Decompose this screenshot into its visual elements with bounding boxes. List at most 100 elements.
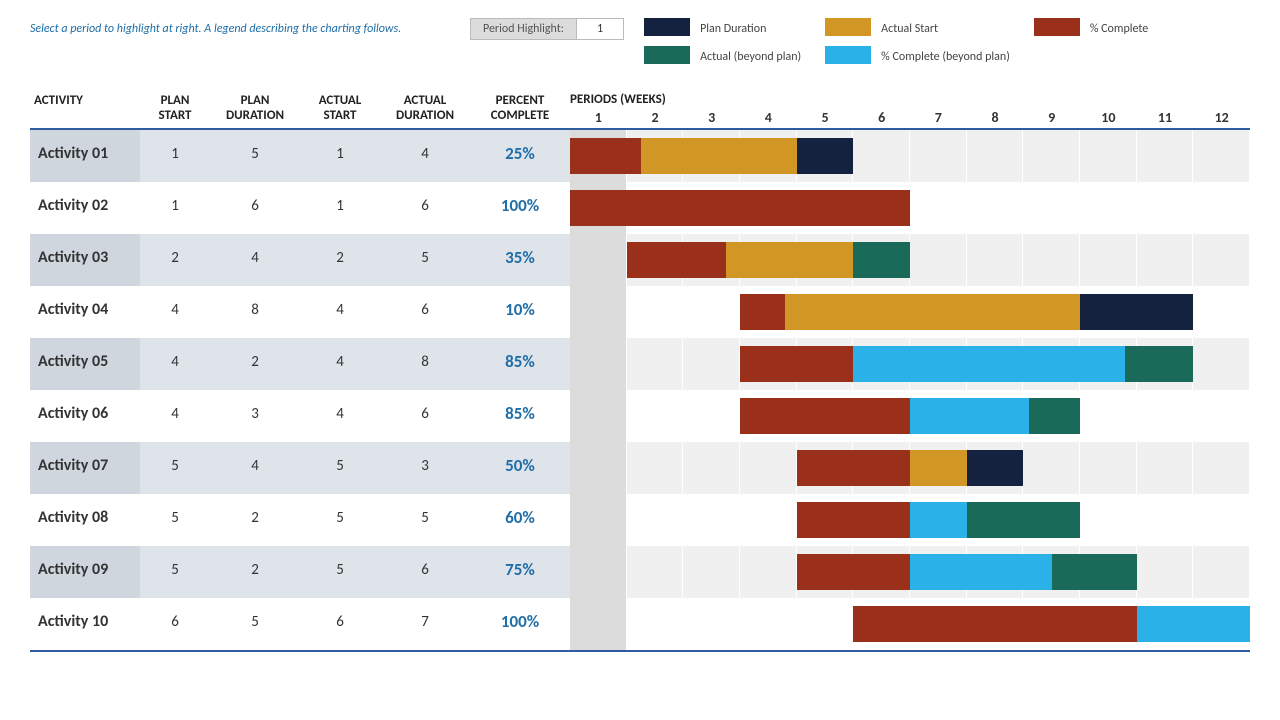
period-highlight-label: Period Highlight: [471, 19, 576, 39]
period-header-12[interactable]: 12 [1193, 109, 1250, 128]
period-cell[interactable] [910, 130, 967, 182]
period-cell[interactable] [1137, 390, 1194, 442]
period-header-7[interactable]: 7 [910, 109, 967, 128]
period-cell[interactable] [627, 494, 684, 546]
legend-complete-beyond: % Complete (beyond plan) [881, 50, 1024, 64]
period-cell[interactable] [683, 598, 740, 650]
period-cell[interactable] [683, 442, 740, 494]
bar-percent-complete [570, 138, 641, 174]
period-header-8[interactable]: 8 [967, 109, 1024, 128]
period-cell[interactable] [1137, 130, 1194, 182]
period-cell[interactable] [570, 338, 627, 390]
period-cell[interactable] [1193, 442, 1250, 494]
period-cell[interactable] [740, 442, 797, 494]
plan-duration-cell: 3 [210, 390, 300, 442]
period-cell[interactable] [1137, 442, 1194, 494]
period-cell[interactable] [1193, 286, 1250, 338]
period-cell[interactable] [627, 442, 684, 494]
period-cell[interactable] [1193, 494, 1250, 546]
period-cell[interactable] [570, 442, 627, 494]
period-cell[interactable] [627, 286, 684, 338]
period-header-1[interactable]: 1 [570, 109, 627, 128]
period-header-10[interactable]: 10 [1080, 109, 1137, 128]
bar-actual-start [740, 294, 1080, 330]
actual-duration-cell: 6 [380, 286, 470, 338]
period-cell[interactable] [967, 182, 1024, 234]
period-cell[interactable] [570, 494, 627, 546]
period-cell[interactable] [967, 234, 1024, 286]
period-cell[interactable] [1080, 234, 1137, 286]
activity-row: Activity 07545350% [30, 442, 1250, 494]
period-cell[interactable] [1023, 234, 1080, 286]
percent-complete-cell: 25% [470, 130, 570, 182]
period-cell[interactable] [570, 598, 627, 650]
plan-start-cell: 4 [140, 390, 210, 442]
period-cell[interactable] [570, 286, 627, 338]
period-cell[interactable] [740, 598, 797, 650]
period-header-5[interactable]: 5 [797, 109, 854, 128]
plan-start-cell: 5 [140, 442, 210, 494]
period-cell[interactable] [627, 598, 684, 650]
gantt-cell [570, 234, 1250, 286]
period-cell[interactable] [1080, 182, 1137, 234]
period-cell[interactable] [1137, 182, 1194, 234]
period-cell[interactable] [1193, 390, 1250, 442]
period-cell[interactable] [683, 494, 740, 546]
period-cell[interactable] [1023, 442, 1080, 494]
period-cell[interactable] [853, 130, 910, 182]
period-cell[interactable] [910, 182, 967, 234]
actual-duration-cell: 3 [380, 442, 470, 494]
period-cell[interactable] [570, 390, 627, 442]
period-cell[interactable] [627, 390, 684, 442]
period-cell[interactable] [1137, 494, 1194, 546]
col-header-actual-start: ACTUALSTART [300, 93, 380, 128]
actual-duration-cell: 4 [380, 130, 470, 182]
period-cell[interactable] [570, 234, 627, 286]
period-cell[interactable] [1193, 234, 1250, 286]
period-cell[interactable] [740, 494, 797, 546]
period-cell[interactable] [967, 130, 1024, 182]
period-cell[interactable] [683, 390, 740, 442]
plan-duration-cell: 4 [210, 234, 300, 286]
period-cell[interactable] [683, 286, 740, 338]
period-header-2[interactable]: 2 [627, 109, 684, 128]
period-header-3[interactable]: 3 [683, 109, 740, 128]
period-cell[interactable] [797, 598, 854, 650]
period-cell[interactable] [1137, 546, 1194, 598]
swatch-actual-start [825, 18, 871, 36]
activity-name: Activity 08 [30, 494, 140, 546]
plan-start-cell: 2 [140, 234, 210, 286]
period-cell[interactable] [1080, 494, 1137, 546]
period-cell[interactable] [1080, 130, 1137, 182]
period-cell[interactable] [1023, 182, 1080, 234]
period-cell[interactable] [910, 234, 967, 286]
column-header-row: ACTIVITY PLANSTART PLANDURATION ACTUALST… [30, 92, 1250, 130]
period-highlight-control[interactable]: Period Highlight: 1 [470, 18, 624, 40]
period-header-9[interactable]: 9 [1023, 109, 1080, 128]
period-cell[interactable] [570, 546, 627, 598]
period-cell[interactable] [627, 546, 684, 598]
period-cell[interactable] [1137, 234, 1194, 286]
legend-actual-beyond: Actual (beyond plan) [700, 50, 815, 64]
bar-percent-complete [740, 294, 785, 330]
period-cell[interactable] [740, 546, 797, 598]
activity-name: Activity 04 [30, 286, 140, 338]
period-cell[interactable] [1023, 130, 1080, 182]
period-cell[interactable] [1193, 182, 1250, 234]
actual-duration-cell: 6 [380, 390, 470, 442]
period-highlight-value[interactable]: 1 [576, 19, 623, 39]
period-cell[interactable] [1193, 338, 1250, 390]
period-header-11[interactable]: 11 [1137, 109, 1194, 128]
period-cell[interactable] [1193, 546, 1250, 598]
plan-duration-cell: 6 [210, 182, 300, 234]
period-cell[interactable] [1080, 390, 1137, 442]
period-header-4[interactable]: 4 [740, 109, 797, 128]
period-cell[interactable] [683, 338, 740, 390]
period-cell[interactable] [1080, 442, 1137, 494]
period-header-6[interactable]: 6 [853, 109, 910, 128]
period-cell[interactable] [1193, 130, 1250, 182]
percent-complete-cell: 50% [470, 442, 570, 494]
plan-duration-cell: 5 [210, 130, 300, 182]
period-cell[interactable] [627, 338, 684, 390]
period-cell[interactable] [683, 546, 740, 598]
